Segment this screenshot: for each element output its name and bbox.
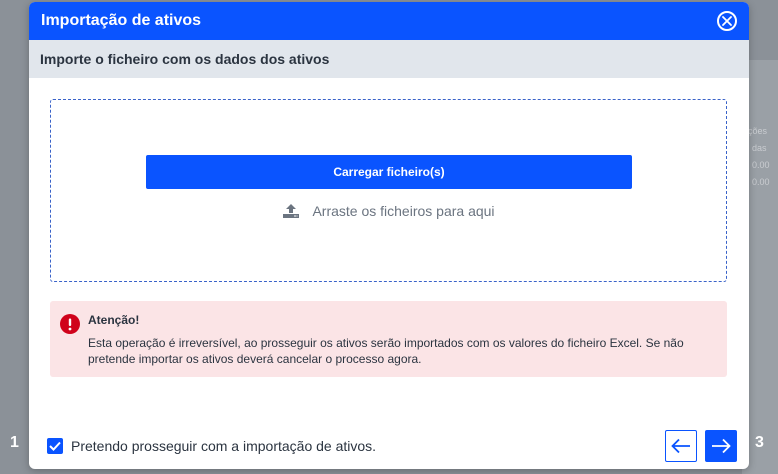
background-text: ções [748,126,768,136]
background-text: 0.00 [752,177,770,187]
alert-message: Esta operação é irreversível, ao prosseg… [88,336,684,366]
exclamation-circle-icon [60,314,80,334]
next-button[interactable] [705,430,737,462]
close-button[interactable] [717,11,737,31]
confirm-checkbox-label[interactable]: Pretendo prosseguir com a importação de … [71,438,657,454]
background-text: 0.00 [752,160,770,170]
import-modal: Importação de ativos Importe o ficheiro … [29,2,749,469]
modal-header: Importação de ativos [29,2,749,40]
confirm-checkbox[interactable] [47,438,63,454]
drag-text: Arraste os ficheiros para aqui [312,203,495,219]
modal-footer: Pretendo prosseguir com a importação de … [47,430,737,462]
arrow-left-icon [671,438,690,454]
background-text: das [752,143,767,153]
checkmark-icon [49,441,61,451]
upload-files-button[interactable]: Carregar ficheiro(s) [146,155,632,189]
upload-icon [283,204,300,218]
drag-hint: Arraste os ficheiros para aqui [51,203,726,219]
modal-subtitle: Importe o ficheiro com os dados dos ativ… [29,40,749,78]
modal-title: Importação de ativos [41,12,202,29]
file-dropzone[interactable]: Carregar ficheiro(s) Arraste os ficheiro… [50,99,727,282]
warning-alert: Atenção! Esta operação é irreversível, a… [50,301,727,377]
previous-button[interactable] [665,430,697,462]
step-number-left: 1 [10,434,19,451]
arrow-right-icon [712,438,731,454]
alert-title: Atenção! [88,313,140,327]
close-icon [722,16,732,26]
step-number-right: 3 [755,434,764,451]
